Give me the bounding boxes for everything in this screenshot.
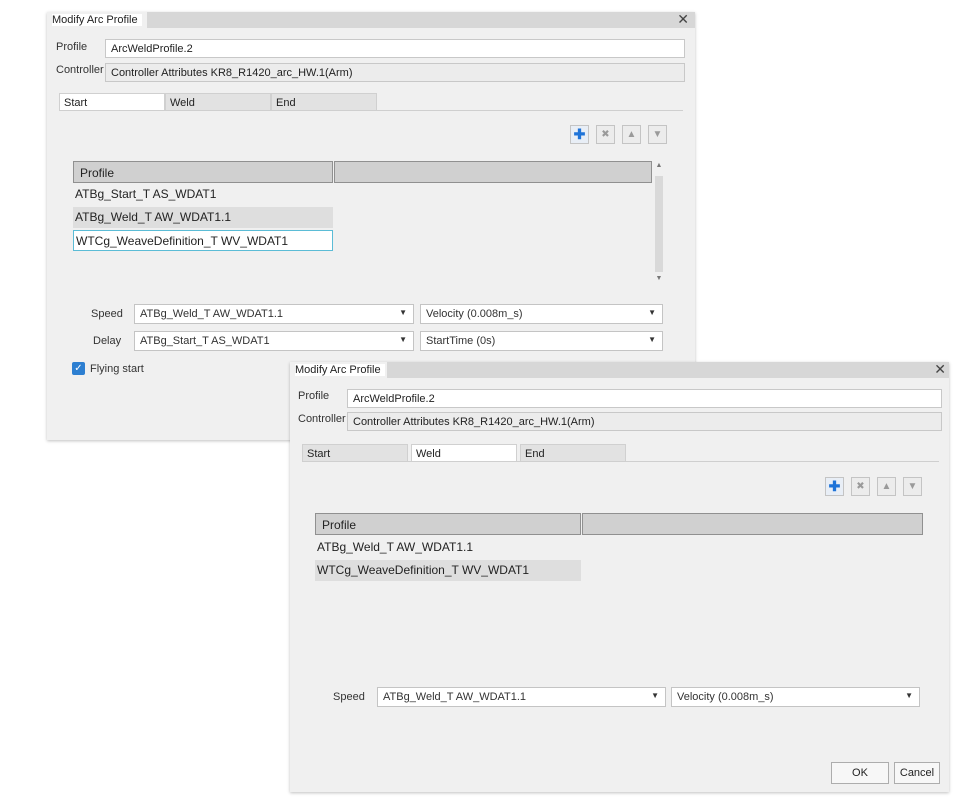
- close-icon[interactable]: ✕: [934, 361, 946, 378]
- value-column-header[interactable]: [334, 161, 652, 183]
- tab-divider: [59, 110, 683, 111]
- tab-bar: Start Weld End: [302, 444, 632, 462]
- front-dialog-title: Modify Arc Profile: [295, 364, 385, 376]
- plus-icon: ✚: [828, 478, 841, 494]
- plus-icon: ✚: [573, 126, 586, 142]
- back-dialog-title: Modify Arc Profile: [52, 14, 142, 26]
- front-dialog-titlebar[interactable]: Modify Arc Profile ✕: [290, 361, 949, 378]
- list-item[interactable]: ATBg_Weld_T AW_WDAT1.1: [315, 537, 581, 558]
- flying-start-label[interactable]: Flying start: [90, 363, 144, 375]
- delay-value: StartTime (0s): [426, 335, 496, 347]
- speed-label: Speed: [91, 308, 123, 320]
- chevron-down-icon: ▼: [648, 308, 656, 317]
- add-profile-button[interactable]: ✚: [825, 477, 844, 496]
- tab-start[interactable]: Start: [302, 444, 408, 462]
- speed-profile-value: ATBg_Weld_T AW_WDAT1.1: [140, 308, 284, 320]
- chevron-down-icon: ▼: [651, 691, 659, 700]
- speed-value-select[interactable]: Velocity (0.008m_s) ▼: [420, 304, 663, 324]
- profile-label: Profile: [56, 41, 88, 53]
- delay-profile-select[interactable]: ATBg_Start_T AS_WDAT1 ▼: [134, 331, 414, 351]
- add-profile-button[interactable]: ✚: [570, 125, 589, 144]
- move-up-button[interactable]: ▲: [877, 477, 896, 496]
- chevron-down-icon: ▼: [905, 691, 913, 700]
- arrow-down-icon: ▼: [652, 129, 663, 140]
- controller-field: Controller Attributes KR8_R1420_arc_HW.1…: [347, 412, 942, 431]
- list-item[interactable]: WTCg_WeaveDefinition_T WV_WDAT1: [73, 230, 333, 251]
- scroll-up-icon[interactable]: ▲: [654, 162, 664, 169]
- speed-value: Velocity (0.008m_s): [677, 691, 774, 703]
- flying-start-checkbox[interactable]: ✓: [72, 362, 85, 375]
- chevron-down-icon: ▼: [648, 335, 656, 344]
- tab-start[interactable]: Start: [59, 93, 165, 111]
- check-icon: ✓: [74, 363, 83, 374]
- tab-divider: [302, 461, 939, 462]
- speed-value-select[interactable]: Velocity (0.008m_s) ▼: [671, 687, 920, 707]
- speed-value: Velocity (0.008m_s): [426, 308, 523, 320]
- scroll-down-icon[interactable]: ▼: [654, 275, 664, 282]
- delete-icon: ✖: [601, 129, 610, 140]
- tab-bar: Start Weld End: [59, 93, 379, 111]
- chevron-down-icon: ▼: [399, 308, 407, 317]
- move-up-button[interactable]: ▲: [622, 125, 641, 144]
- speed-label: Speed: [333, 691, 365, 703]
- chevron-down-icon: ▼: [399, 335, 407, 344]
- tab-weld[interactable]: Weld: [411, 444, 517, 462]
- delay-profile-value: ATBg_Start_T AS_WDAT1: [140, 335, 270, 347]
- list-item[interactable]: ATBg_Start_T AS_WDAT1: [73, 184, 333, 205]
- profile-name-field[interactable]: ArcWeldProfile.2: [347, 389, 942, 408]
- profile-column-header[interactable]: Profile: [315, 513, 581, 535]
- controller-label: Controller: [56, 64, 104, 76]
- tab-weld[interactable]: Weld: [165, 93, 271, 111]
- arrow-up-icon: ▲: [626, 129, 637, 140]
- speed-profile-select[interactable]: ATBg_Weld_T AW_WDAT1.1 ▼: [134, 304, 414, 324]
- profile-column-header[interactable]: Profile: [73, 161, 333, 183]
- delete-icon: ✖: [856, 481, 865, 492]
- profile-name-field[interactable]: ArcWeldProfile.2: [105, 39, 685, 58]
- ok-button[interactable]: OK: [831, 762, 889, 784]
- list-scrollbar[interactable]: ▲ ▼: [654, 162, 664, 288]
- move-down-button[interactable]: ▼: [903, 477, 922, 496]
- arrow-down-icon: ▼: [907, 481, 918, 492]
- tab-end[interactable]: End: [520, 444, 626, 462]
- delete-profile-button[interactable]: ✖: [851, 477, 870, 496]
- delay-value-select[interactable]: StartTime (0s) ▼: [420, 331, 663, 351]
- speed-profile-select[interactable]: ATBg_Weld_T AW_WDAT1.1 ▼: [377, 687, 666, 707]
- profile-label: Profile: [298, 390, 330, 402]
- back-dialog-titlebar[interactable]: Modify Arc Profile ✕: [47, 11, 695, 28]
- delay-label: Delay: [93, 335, 122, 347]
- cancel-button[interactable]: Cancel: [894, 762, 940, 784]
- close-icon[interactable]: ✕: [677, 11, 689, 28]
- controller-field: Controller Attributes KR8_R1420_arc_HW.1…: [105, 63, 685, 82]
- value-column-header[interactable]: [582, 513, 923, 535]
- speed-profile-value: ATBg_Weld_T AW_WDAT1.1: [383, 691, 527, 703]
- move-down-button[interactable]: ▼: [648, 125, 667, 144]
- list-item[interactable]: WTCg_WeaveDefinition_T WV_WDAT1: [315, 560, 581, 581]
- arrow-up-icon: ▲: [881, 481, 892, 492]
- front-dialog: Modify Arc Profile ✕ Profile ArcWeldProf…: [290, 361, 949, 792]
- list-item[interactable]: ATBg_Weld_T AW_WDAT1.1: [73, 207, 333, 228]
- tab-end[interactable]: End: [271, 93, 377, 111]
- delete-profile-button[interactable]: ✖: [596, 125, 615, 144]
- controller-label: Controller: [298, 413, 346, 425]
